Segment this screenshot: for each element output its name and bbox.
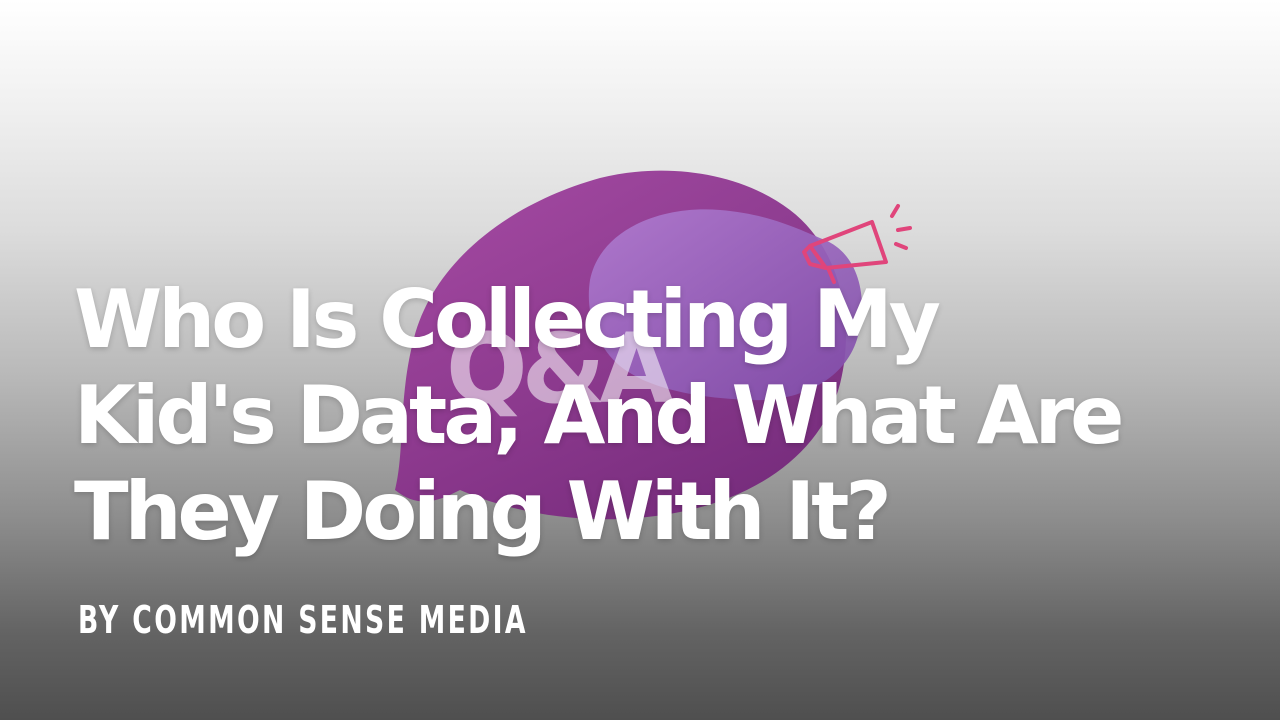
- article-title: Who Is Collecting My Kid's Data, And Wha…: [74, 272, 1194, 560]
- title-line-3: They Doing With It?: [74, 465, 892, 558]
- author-byline: BY COMMON SENSE MEDIA: [78, 598, 528, 642]
- title-line-2: Kid's Data, And What Are: [74, 369, 1124, 462]
- article-thumbnail: Q&A Who Is Collecting My Kid's Data, And…: [0, 0, 1280, 720]
- title-line-1: Who Is Collecting My: [74, 273, 941, 366]
